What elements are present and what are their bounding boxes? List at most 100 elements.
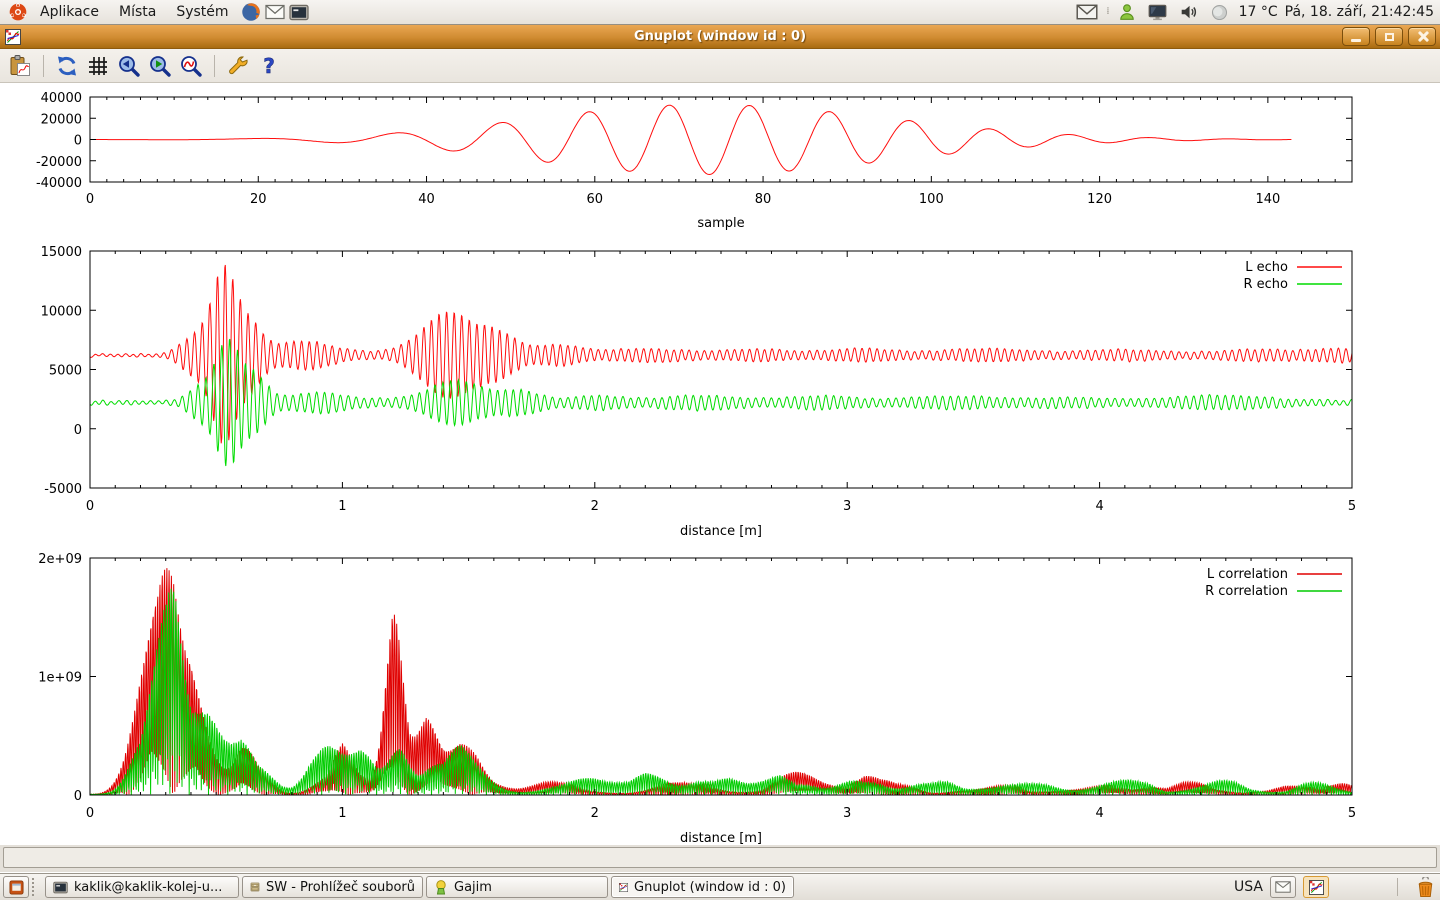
svg-text:-5000: -5000 <box>44 482 82 497</box>
taskbar-button-file-browser[interactable]: SW - Prohlížeč souborů <box>242 876 423 898</box>
svg-text:40: 40 <box>418 192 435 207</box>
taskbar-button-label: Gnuplot (window id : 0) <box>634 880 786 895</box>
help-icon: ? <box>257 54 281 78</box>
svg-text:L echo: L echo <box>1245 260 1288 275</box>
svg-text:0: 0 <box>74 423 82 438</box>
keyboard-layout-indicator[interactable]: USA <box>1234 879 1263 895</box>
menu-applications[interactable]: Aplikace <box>30 2 109 22</box>
taskbar-button-terminal[interactable]: kaklik@kaklik-kolej-u... <box>45 876 239 898</box>
taskbar-button-gnuplot[interactable]: Gnuplot (window id : 0) <box>611 876 794 898</box>
svg-text:20: 20 <box>250 192 267 207</box>
svg-text:distance [m]: distance [m] <box>680 524 762 539</box>
svg-text:0: 0 <box>86 192 94 207</box>
zoom-previous-button[interactable] <box>116 52 142 80</box>
settings-button[interactable] <box>225 52 251 80</box>
mail-launcher[interactable] <box>263 1 287 23</box>
svg-text:5: 5 <box>1348 499 1356 514</box>
gnuplot-tray-icon[interactable] <box>1303 876 1329 898</box>
autoscale-icon <box>179 54 203 78</box>
zoom-previous-icon <box>117 54 141 78</box>
maximize-button[interactable] <box>1375 27 1403 46</box>
svg-text:100: 100 <box>919 192 944 207</box>
gnome-top-panel: Aplikace Místa Systém ⁞ <box>0 0 1440 25</box>
svg-text:2: 2 <box>591 499 599 514</box>
minimize-button[interactable] <box>1342 27 1370 46</box>
applet-drag-handle[interactable]: ⁞ <box>1106 7 1107 17</box>
mail-notification-applet[interactable] <box>1075 1 1099 23</box>
mail-icon <box>265 4 285 20</box>
firefox-icon <box>241 2 261 22</box>
svg-text:80: 80 <box>755 192 772 207</box>
wrench-icon <box>226 54 250 78</box>
tasklist-drag-handle[interactable] <box>32 878 41 896</box>
user-switcher-applet[interactable] <box>1115 1 1139 23</box>
gnome-bottom-panel: kaklik@kaklik-kolej-u... SW - Prohlížeč … <box>0 873 1440 900</box>
svg-text:0: 0 <box>74 789 82 804</box>
toggle-grid-button[interactable] <box>85 52 111 80</box>
svg-text:4: 4 <box>1095 499 1103 514</box>
svg-text:-40000: -40000 <box>36 176 82 191</box>
svg-text:distance [m]: distance [m] <box>680 831 762 845</box>
zoom-next-icon <box>148 54 172 78</box>
volume-applet[interactable] <box>1177 1 1201 23</box>
show-desktop-button[interactable] <box>3 876 29 898</box>
panel-separator <box>1397 878 1398 896</box>
svg-text:2: 2 <box>591 806 599 821</box>
trash-icon <box>1415 877 1436 898</box>
svg-text:60: 60 <box>587 192 604 207</box>
window-title: Gnuplot (window id : 0) <box>0 29 1440 44</box>
zoom-next-button[interactable] <box>147 52 173 80</box>
temperature-indicator[interactable]: 17 °C <box>1239 4 1278 20</box>
toolbar-separator <box>43 55 44 77</box>
clock-applet[interactable]: Pá, 18. září, 21:42:45 <box>1285 4 1434 20</box>
taskbar-button-gajim[interactable]: Gajim <box>426 876 608 898</box>
taskbar-button-label: SW - Prohlížeč souborů <box>266 880 415 895</box>
window-titlebar[interactable]: Gnuplot (window id : 0) <box>0 25 1440 49</box>
close-icon <box>1417 31 1428 42</box>
envelope-icon <box>1275 881 1291 893</box>
svg-text:10000: 10000 <box>41 304 82 319</box>
user-icon <box>1118 3 1136 21</box>
gnuplot-icon <box>619 880 628 895</box>
window-statusbar <box>3 847 1437 868</box>
svg-text:L correlation: L correlation <box>1207 567 1288 582</box>
close-button[interactable] <box>1408 27 1436 46</box>
svg-text:3: 3 <box>843 806 851 821</box>
svg-text:1: 1 <box>338 806 346 821</box>
svg-text:R correlation: R correlation <box>1205 584 1288 599</box>
menu-places[interactable]: Místa <box>109 2 166 22</box>
refresh-icon <box>55 54 79 78</box>
help-button[interactable]: ? <box>256 52 282 80</box>
svg-text:-20000: -20000 <box>36 155 82 170</box>
plot-canvas-area: 020406080100120140-40000-200000200004000… <box>0 83 1440 845</box>
copy-to-clipboard-button[interactable] <box>7 52 33 80</box>
svg-text:4: 4 <box>1095 806 1103 821</box>
replot-button[interactable] <box>54 52 80 80</box>
ubuntu-menu-icon[interactable] <box>6 1 30 23</box>
grid-icon <box>86 54 110 78</box>
gajim-icon <box>434 880 448 895</box>
svg-text:?: ? <box>263 54 275 78</box>
file-manager-icon <box>250 880 260 894</box>
svg-text:0: 0 <box>86 806 94 821</box>
svg-text:2e+09: 2e+09 <box>38 552 82 567</box>
toolbar-separator <box>214 55 215 77</box>
envelope-icon <box>1076 4 1098 20</box>
menu-system[interactable]: Systém <box>166 2 238 22</box>
svg-text:120: 120 <box>1087 192 1112 207</box>
mail-tray-button[interactable] <box>1270 876 1296 898</box>
terminal-icon <box>289 4 309 21</box>
speaker-icon <box>1180 4 1198 20</box>
terminal-launcher[interactable] <box>287 1 311 23</box>
trash-applet[interactable] <box>1413 876 1437 898</box>
plots-canvas[interactable]: 020406080100120140-40000-200000200004000… <box>0 83 1440 845</box>
weather-applet-icon[interactable] <box>1208 1 1232 23</box>
minimize-icon <box>1351 39 1361 42</box>
svg-text:0: 0 <box>86 499 94 514</box>
firefox-launcher[interactable] <box>239 1 263 23</box>
autoscale-button[interactable] <box>178 52 204 80</box>
gnuplot-icon <box>1309 880 1324 895</box>
display-applet[interactable] <box>1146 1 1170 23</box>
svg-text:sample: sample <box>697 216 744 231</box>
svg-text:5: 5 <box>1348 806 1356 821</box>
